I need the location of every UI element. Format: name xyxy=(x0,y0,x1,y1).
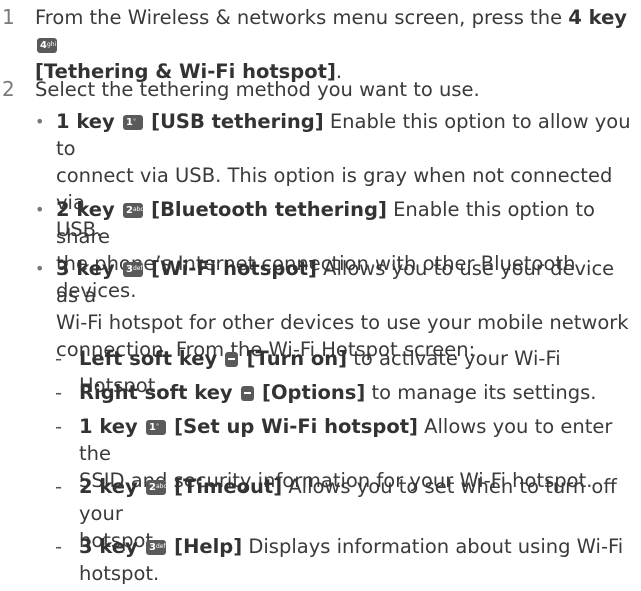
key-name: 2 key xyxy=(56,198,115,221)
soft-key-icon xyxy=(240,386,254,401)
key-2-icon: 2 abc xyxy=(145,480,167,495)
key-2-icon: 2 abc xyxy=(122,203,144,218)
key-3-icon: 3 def xyxy=(122,262,143,277)
step-text: From the Wireless & networks menu screen… xyxy=(35,6,628,83)
dash-marker: - xyxy=(55,381,63,404)
menu-option-label: [Timeout] xyxy=(174,475,283,498)
soft-key-icon xyxy=(225,352,239,367)
key-name: 1 key xyxy=(56,110,115,133)
step-1-text: From the Wireless & networks menu screen… xyxy=(35,6,569,29)
menu-option-label: [Options] xyxy=(262,381,366,404)
menu-option-label: [Wi-Fi hotspot] xyxy=(151,257,317,280)
key-1-icon: 1 ° xyxy=(122,115,143,130)
menu-option-label: [USB tethering] xyxy=(151,110,324,133)
bullet-marker: • xyxy=(35,259,45,278)
menu-option-label: [Help] xyxy=(174,535,243,558)
menu-option-label: [Bluetooth tethering] xyxy=(151,198,387,221)
dash-marker: - xyxy=(55,475,63,498)
key-1-icon: 1 ° xyxy=(145,420,166,435)
key-name: 2 key xyxy=(79,475,138,498)
dash-marker: - xyxy=(55,415,63,438)
key-name: 1 key xyxy=(79,415,138,438)
key-3-icon: 3 def xyxy=(145,540,166,555)
key-name: Left soft key xyxy=(79,347,218,370)
bullet-marker: • xyxy=(35,112,45,131)
menu-option-label: [Turn on] xyxy=(246,347,348,370)
menu-option-label: [Set up Wi-Fi hotspot] xyxy=(174,415,418,438)
step-text: Select the tethering method you want to … xyxy=(35,78,480,101)
key-name: 4 key xyxy=(568,6,628,29)
step-number: 1 xyxy=(2,5,15,29)
bullet-marker: • xyxy=(35,200,45,219)
key-name: 3 key xyxy=(56,257,115,280)
key-name: Right soft key xyxy=(79,381,233,404)
dash-marker: - xyxy=(55,535,63,558)
key-name: 3 key xyxy=(79,535,138,558)
dash-marker: - xyxy=(55,347,63,370)
key-4-icon: 4 ghi xyxy=(37,38,57,53)
step-number: 2 xyxy=(2,77,15,101)
